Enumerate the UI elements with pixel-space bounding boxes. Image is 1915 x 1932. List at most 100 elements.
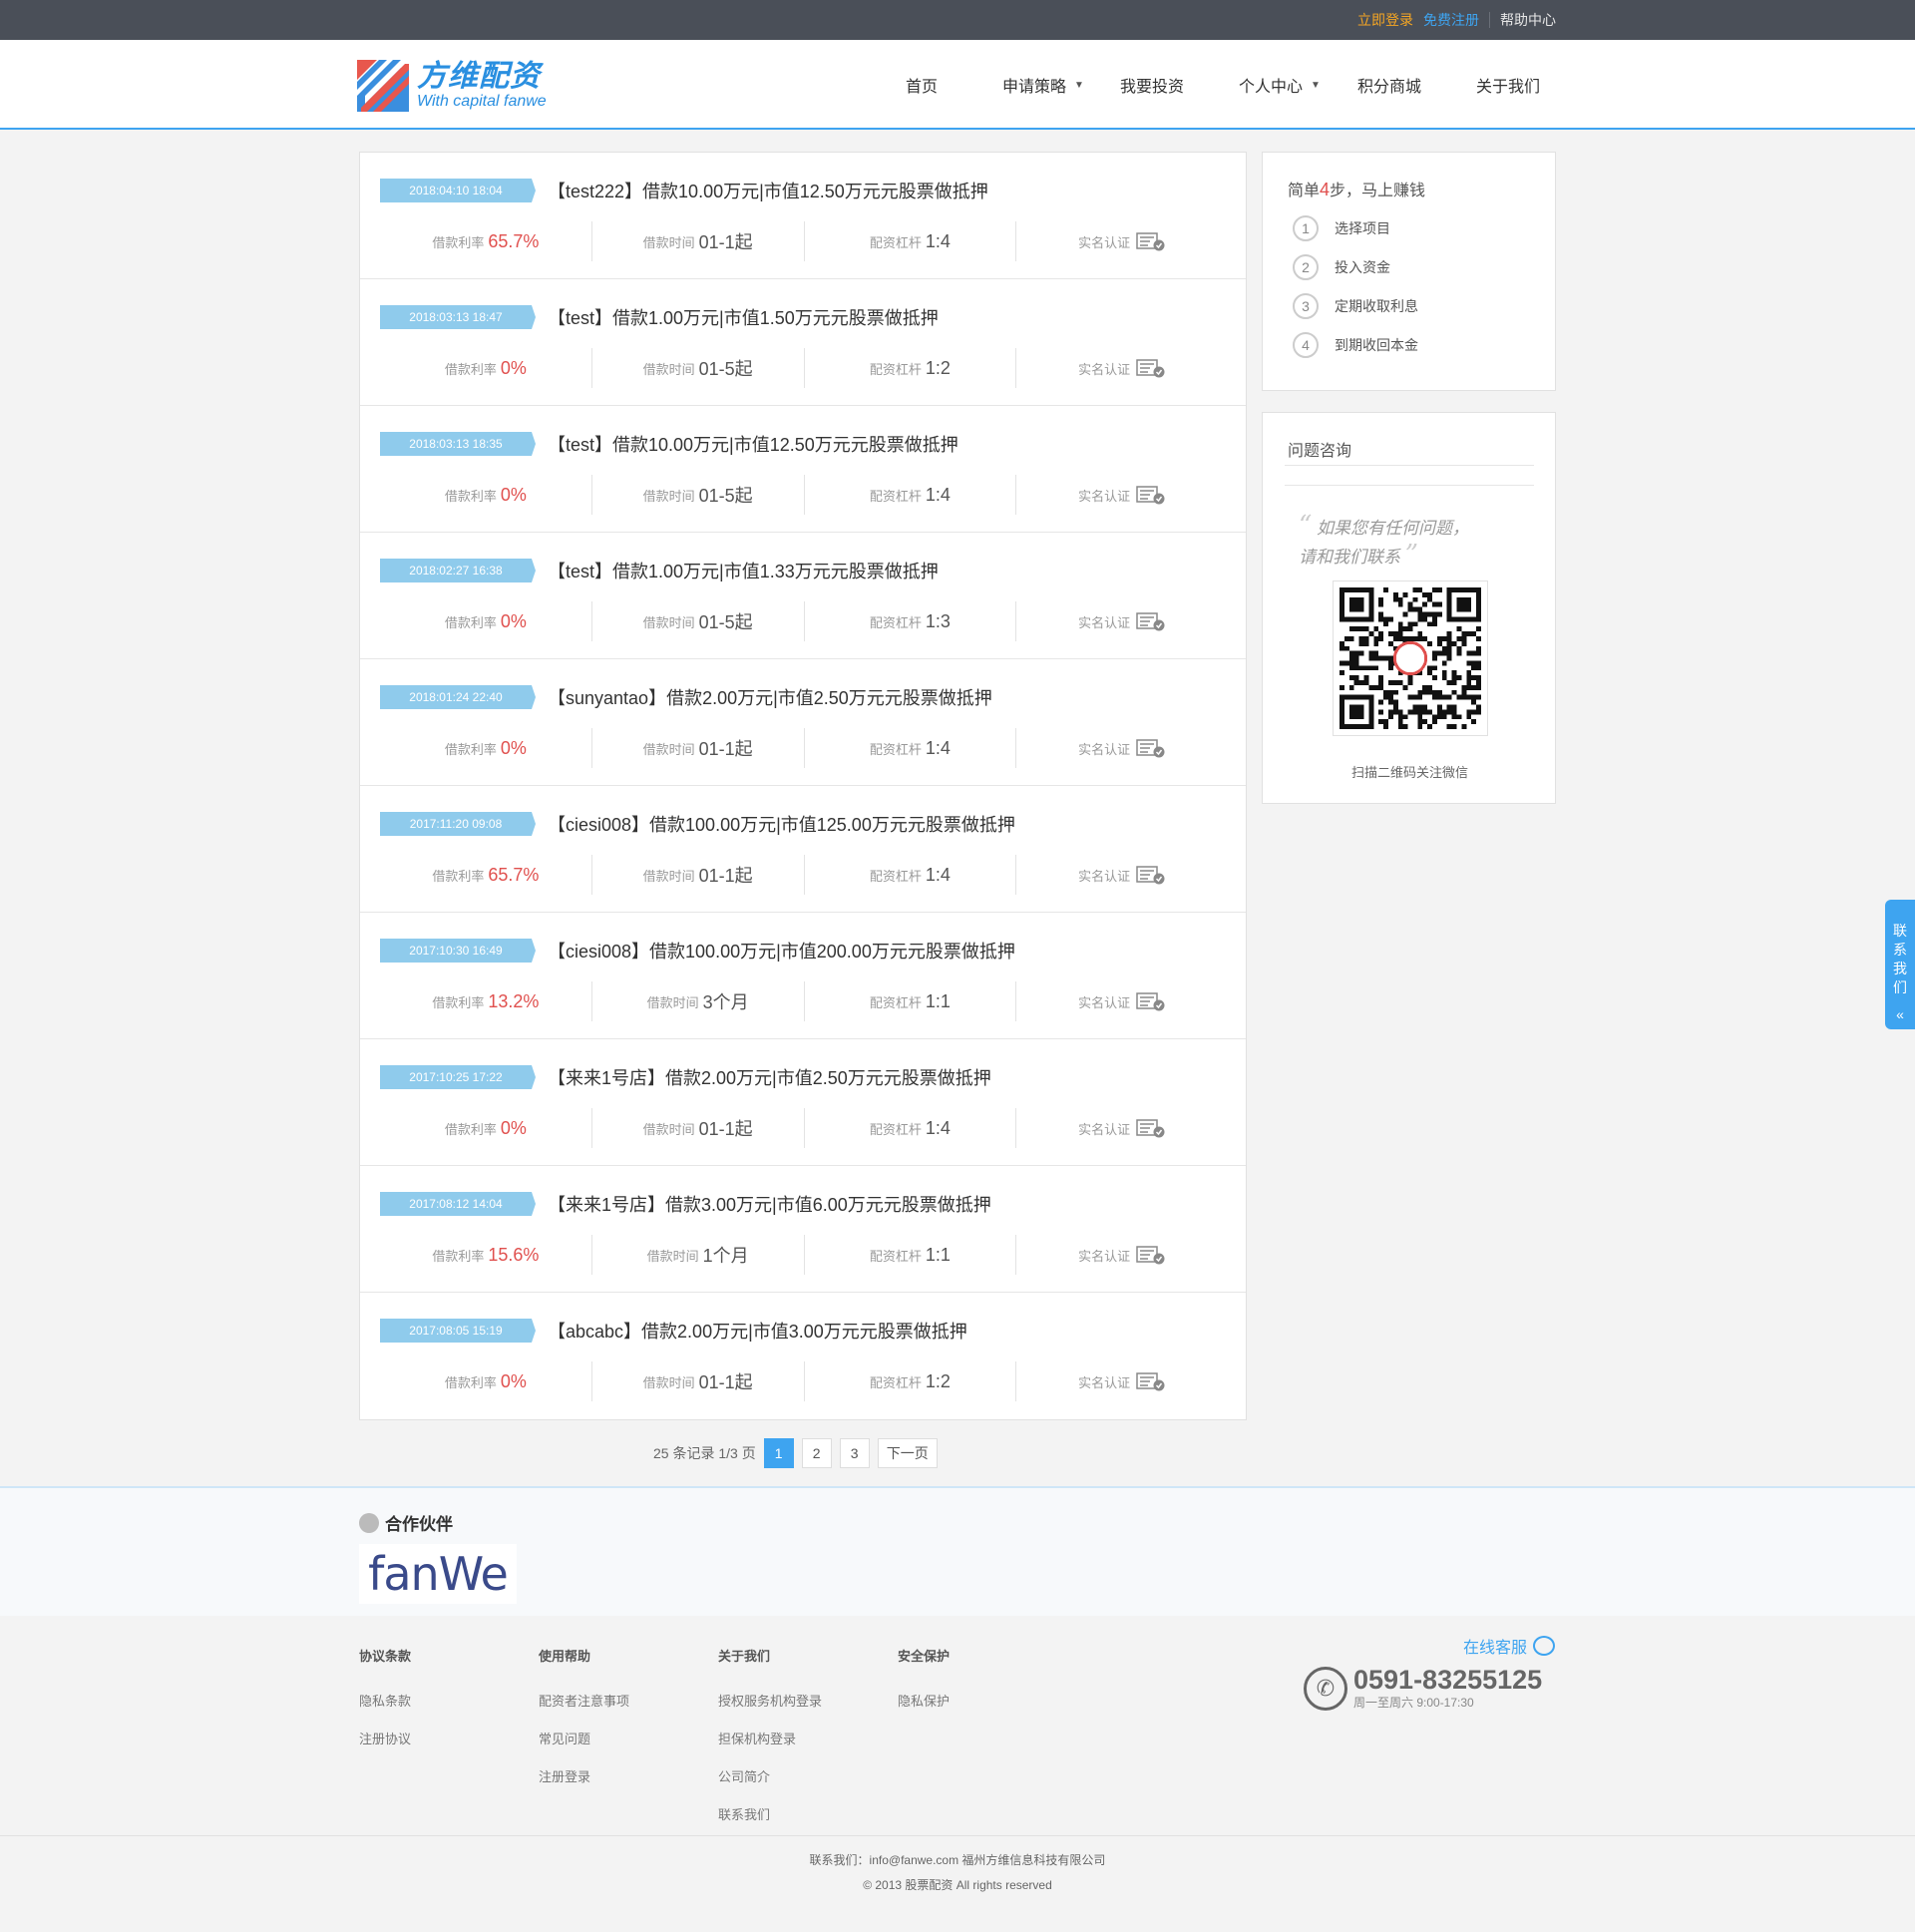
loan-title-link[interactable]: 【test】借款10.00万元|市值12.50万元元股票做抵押: [548, 431, 958, 457]
login-link[interactable]: 立即登录: [1357, 10, 1413, 30]
footer-link[interactable]: 常见问题: [539, 1729, 629, 1747]
loan-row[interactable]: 2017:08:12 14:04 【来来1号店】借款3.00万元|市值6.00万元…: [360, 1166, 1246, 1293]
loan-rate-cell: 借款利率 0%: [380, 728, 592, 768]
loan-row[interactable]: 2017:11:20 09:08 【ciesi008】借款100.00万元|市值1…: [360, 786, 1246, 913]
steps-heading-post: 步，马上赚钱: [1330, 183, 1426, 199]
leverage-value: 1:4: [925, 737, 951, 758]
footer-link[interactable]: 担保机构登录: [718, 1729, 822, 1747]
loan-title-link[interactable]: 【sunyantao】借款2.00万元|市值2.50万元元股票做抵押: [548, 684, 992, 710]
page-1-button[interactable]: 1: [763, 1438, 794, 1468]
site-logo[interactable]: 方维配资 With capital fanwe: [357, 58, 547, 114]
verify-label: 实名认证: [1078, 234, 1131, 250]
loan-row[interactable]: 2018:03:13 18:35 【test】借款10.00万元|市值12.50万…: [360, 406, 1246, 533]
footer-link[interactable]: 隐私条款: [359, 1691, 411, 1710]
help-center-link[interactable]: 帮助中心: [1500, 10, 1556, 30]
partner-logo-fanwe[interactable]: fanWe: [359, 1544, 517, 1604]
caret-down-icon: ▼: [1311, 79, 1321, 91]
term-label: 借款时间: [642, 361, 695, 377]
loan-term-cell: 借款时间 01-5起: [592, 601, 805, 641]
float-tab-char: 系: [1893, 942, 1907, 958]
partner-band: [0, 1486, 1915, 1616]
leverage-label: 配资杠杆: [869, 488, 922, 504]
page-2-button[interactable]: 2: [801, 1438, 832, 1468]
loan-title-link[interactable]: 【ciesi008】借款100.00万元|市值125.00万元元股票做抵押: [548, 811, 1015, 837]
leverage-value: 1:4: [925, 230, 951, 251]
loan-title-link[interactable]: 【test】借款1.00万元|市值1.33万元元股票做抵押: [548, 558, 939, 583]
loan-leverage-cell: 配资杠杆 1:3: [805, 601, 1017, 641]
verify-label: 实名认证: [1078, 488, 1131, 504]
footer-link[interactable]: 授权服务机构登录: [718, 1691, 822, 1710]
online-service-link[interactable]: 在线客服: [1463, 1634, 1556, 1658]
online-service-label: 在线客服: [1463, 1640, 1528, 1657]
loan-row[interactable]: 2018:02:27 16:38 【test】借款1.00万元|市值1.33万元元…: [360, 533, 1246, 659]
page-3-button[interactable]: 3: [839, 1438, 870, 1468]
rate-value: 0%: [500, 1117, 527, 1138]
loan-date-tag: 2017:10:25 17:22: [380, 1065, 536, 1089]
leverage-value: 1:2: [925, 1370, 951, 1391]
footer-col-about: 关于我们 授权服务机构登录 担保机构登录 公司简介 联系我们: [718, 1646, 822, 1842]
contact-line: 联系我们：info@fanwe.com 福州方维信息科技有限公司: [809, 1853, 1106, 1867]
chat-bubble-icon: [1533, 1636, 1556, 1656]
loan-title-link[interactable]: 【test222】借款10.00万元|市值12.50万元元股票做抵押: [548, 178, 988, 203]
footer-link[interactable]: 配资者注意事项: [539, 1691, 629, 1710]
loan-row[interactable]: 2017:10:25 17:22 【来来1号店】借款2.00万元|市值2.50万元…: [360, 1039, 1246, 1166]
footer-link[interactable]: 联系我们: [718, 1804, 822, 1823]
rate-value: 0%: [500, 737, 527, 758]
loan-meta: 借款利率 65.7% 借款时间 01-1起 配资杠杆 1:4 实名认证: [380, 855, 1228, 895]
nav-apply-strategy[interactable]: 申请策略 ▼: [1002, 73, 1120, 97]
loan-row[interactable]: 2018:04:10 18:04 【test222】借款10.00万元|市值12.…: [360, 153, 1246, 279]
footer-link[interactable]: 隐私保护: [898, 1691, 950, 1710]
nav-personal-center[interactable]: 个人中心 ▼: [1239, 73, 1357, 97]
nav-about-us[interactable]: 关于我们: [1476, 73, 1540, 97]
rate-label: 借款利率: [432, 234, 485, 250]
loan-title-link[interactable]: 【abcabc】借款2.00万元|市值3.00万元元股票做抵押: [548, 1318, 967, 1344]
register-link[interactable]: 免费注册: [1423, 10, 1479, 30]
verify-label: 实名认证: [1078, 361, 1131, 377]
rate-label: 借款利率: [444, 1374, 497, 1390]
leverage-value: 1:4: [925, 484, 951, 505]
loan-row[interactable]: 2018:01:24 22:40 【sunyantao】借款2.00万元|市值2.…: [360, 659, 1246, 786]
nav-points-mall[interactable]: 积分商城: [1357, 73, 1476, 97]
nav-home[interactable]: 首页: [906, 73, 1002, 97]
loan-title-link[interactable]: 【test】借款1.00万元|市值1.50万元元股票做抵押: [548, 304, 939, 330]
step-number: 3: [1293, 293, 1319, 319]
id-verified-icon: [1136, 1371, 1166, 1391]
loan-verify-cell: 实名认证: [1016, 475, 1228, 515]
partner-title: 合作伙伴: [385, 1515, 453, 1534]
rate-value: 65.7%: [488, 864, 540, 885]
id-verified-icon: [1136, 1118, 1166, 1138]
rate-label: 借款利率: [444, 741, 497, 757]
footer-link[interactable]: 公司简介: [718, 1766, 822, 1785]
loan-leverage-cell: 配资杠杆 1:2: [805, 348, 1017, 388]
footer-link[interactable]: 注册登录: [539, 1766, 629, 1785]
rate-label: 借款利率: [444, 1121, 497, 1137]
loan-title-link[interactable]: 【ciesi008】借款100.00万元|市值200.00万元元股票做抵押: [548, 938, 1015, 964]
loan-verify-cell: 实名认证: [1016, 1108, 1228, 1148]
contact-us-float-tab[interactable]: 联系我们 «: [1885, 900, 1915, 1029]
logo-text: 方维配资 With capital fanwe: [417, 61, 547, 111]
loan-row[interactable]: 2017:08:05 15:19 【abcabc】借款2.00万元|市值3.00万…: [360, 1293, 1246, 1419]
term-label: 借款时间: [642, 1374, 695, 1390]
consult-heading: 问题咨询: [1288, 443, 1352, 460]
step-number: 4: [1293, 332, 1319, 358]
loan-row[interactable]: 2018:03:13 18:47 【test】借款1.00万元|市值1.50万元元…: [360, 279, 1246, 406]
rate-value: 65.7%: [488, 230, 540, 251]
loan-row[interactable]: 2017:10:30 16:49 【ciesi008】借款100.00万元|市值2…: [360, 913, 1246, 1039]
loan-title-link[interactable]: 【来来1号店】借款3.00万元|市值6.00万元元股票做抵押: [548, 1191, 991, 1217]
step-item: 2 投入资金: [1293, 253, 1390, 281]
qr-caption: 扫描二维码关注微信: [1350, 765, 1468, 780]
top-bar: 立即登录 免费注册 帮助中心: [0, 0, 1915, 40]
term-value: 01-1起: [698, 232, 753, 252]
footer-col-terms: 协议条款 隐私条款 注册协议: [359, 1646, 411, 1766]
loan-title-link[interactable]: 【来来1号店】借款2.00万元|市值2.50万元元股票做抵押: [548, 1064, 991, 1090]
next-page-button[interactable]: 下一页: [877, 1438, 938, 1468]
loan-verify-cell: 实名认证: [1016, 855, 1228, 895]
loan-leverage-cell: 配资杠杆 1:1: [805, 1235, 1017, 1275]
loan-meta: 借款利率 0% 借款时间 01-1起 配资杠杆 1:4 实名认证: [380, 728, 1228, 768]
verify-label: 实名认证: [1078, 614, 1131, 630]
nav-invest[interactable]: 我要投资: [1120, 73, 1239, 97]
nav-apply-strategy-label: 申请策略: [1002, 79, 1067, 96]
term-value: 01-1起: [698, 739, 753, 759]
footer-link[interactable]: 注册协议: [359, 1729, 411, 1747]
divider: [1285, 485, 1534, 486]
